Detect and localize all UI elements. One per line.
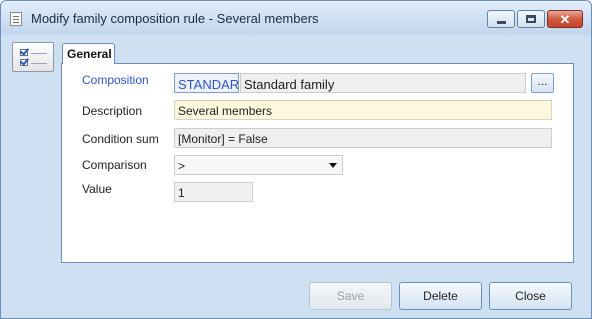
checklist-icon[interactable] bbox=[12, 42, 54, 72]
window-title: Modify family composition rule - Several… bbox=[31, 11, 319, 26]
value-label: Value bbox=[82, 182, 112, 196]
comparison-select[interactable]: > bbox=[174, 155, 343, 175]
comparison-label: Comparison bbox=[82, 158, 147, 172]
close-button[interactable]: Close bbox=[489, 282, 572, 310]
comparison-value: > bbox=[178, 159, 186, 173]
minimize-button[interactable] bbox=[487, 10, 515, 28]
close-icon: ✕ bbox=[559, 11, 571, 27]
composition-code-field[interactable]: STANDARI bbox=[174, 73, 239, 93]
description-field[interactable]: Several members bbox=[174, 100, 552, 120]
condition-sum-field[interactable]: [Monitor] = False bbox=[174, 128, 552, 148]
save-button[interactable]: Save bbox=[309, 282, 392, 310]
minimize-icon bbox=[496, 20, 506, 24]
chevron-down-icon[interactable] bbox=[329, 163, 337, 168]
composition-label[interactable]: Composition bbox=[82, 73, 149, 87]
maximize-button[interactable] bbox=[517, 10, 545, 28]
tab-general[interactable]: General bbox=[62, 43, 115, 64]
value-field[interactable]: 1 bbox=[174, 182, 253, 202]
maximize-icon bbox=[526, 15, 536, 23]
title-bar[interactable]: Modify family composition rule - Several… bbox=[1, 1, 591, 35]
composition-lookup-button[interactable]: ... bbox=[531, 73, 554, 93]
composition-name-field: Standard family bbox=[240, 73, 526, 93]
document-icon bbox=[10, 12, 22, 26]
delete-button[interactable]: Delete bbox=[399, 282, 482, 310]
condition-sum-label: Condition sum bbox=[82, 132, 159, 146]
description-label: Description bbox=[82, 104, 143, 118]
close-window-button[interactable]: ✕ bbox=[547, 10, 583, 28]
dialog-window: Modify family composition rule - Several… bbox=[0, 0, 592, 319]
